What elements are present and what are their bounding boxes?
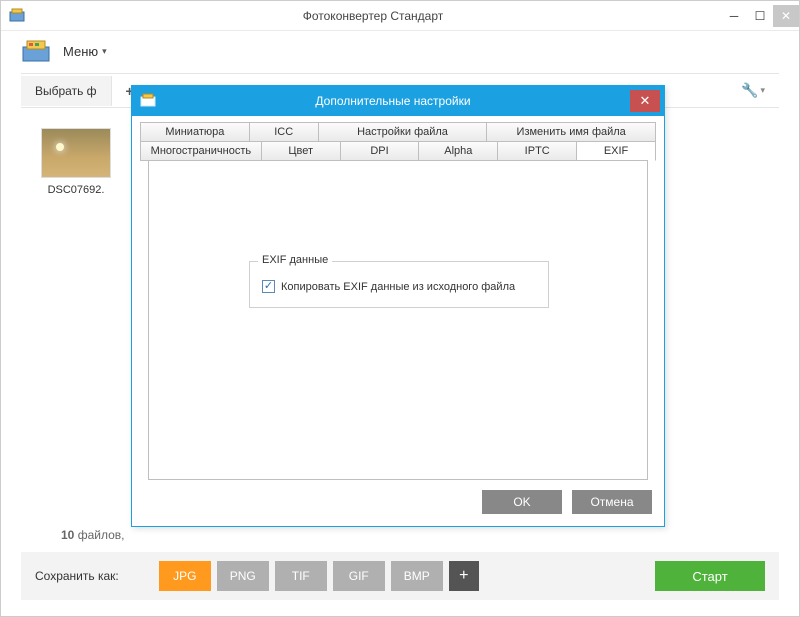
- app-logo-icon: [21, 39, 51, 63]
- close-button[interactable]: ✕: [773, 5, 799, 27]
- tab-thumbnail[interactable]: Миниатюра: [140, 122, 250, 142]
- bottom-bar: Сохранить как: JPG PNG TIF GIF BMP + Ста…: [21, 552, 779, 600]
- start-button[interactable]: Старт: [655, 561, 765, 591]
- exif-fieldset: EXIF данные ✓ Копировать EXIF данные из …: [249, 261, 549, 308]
- format-tif[interactable]: TIF: [275, 561, 327, 591]
- app-icon: [140, 93, 156, 109]
- tab-dpi[interactable]: DPI: [341, 141, 420, 161]
- save-as-label: Сохранить как:: [35, 569, 119, 583]
- fieldset-legend: EXIF данные: [258, 254, 332, 266]
- chevron-down-icon: ▾: [102, 46, 107, 57]
- tab-icc[interactable]: ICC: [250, 122, 319, 142]
- format-group: JPG PNG TIF GIF BMP +: [159, 561, 479, 591]
- checkbox-row[interactable]: ✓ Копировать EXIF данные из исходного фа…: [262, 280, 536, 293]
- thumbnail-item[interactable]: DSC07692.: [31, 128, 121, 196]
- tabstrip: Миниатюра ICC Настройки файла Изменить и…: [132, 116, 664, 480]
- chevron-down-icon: ▾: [760, 85, 765, 96]
- thumbnail-label: DSC07692.: [31, 184, 121, 196]
- app-icon: [9, 8, 25, 24]
- format-png[interactable]: PNG: [217, 561, 269, 591]
- tab-exif[interactable]: EXIF: [577, 141, 656, 161]
- cancel-button[interactable]: Отмена: [572, 490, 652, 514]
- format-add-button[interactable]: +: [449, 561, 479, 591]
- wrench-icon: 🔧: [741, 82, 758, 99]
- menu-button[interactable]: Меню ▾: [63, 44, 107, 59]
- dialog-titlebar: Дополнительные настройки ✕: [132, 86, 664, 116]
- copy-exif-checkbox[interactable]: ✓: [262, 280, 275, 293]
- file-count: 10: [61, 528, 74, 542]
- select-files-button[interactable]: Выбрать ф: [21, 76, 112, 106]
- titlebar: Фотоконвертер Стандарт ─ ☐ ✕: [1, 1, 799, 31]
- dialog-close-button[interactable]: ✕: [630, 90, 660, 112]
- settings-button[interactable]: 🔧 ▾: [727, 74, 779, 107]
- dialog-title: Дополнительные настройки: [156, 94, 630, 108]
- dialog-buttons: OK Отмена: [132, 490, 664, 526]
- settings-dialog: Дополнительные настройки ✕ Миниатюра ICC…: [131, 85, 665, 527]
- tab-alpha[interactable]: Alpha: [419, 141, 498, 161]
- window-title: Фотоконвертер Стандарт: [25, 9, 721, 23]
- window-controls: ─ ☐ ✕: [721, 5, 799, 27]
- checkbox-label: Копировать EXIF данные из исходного файл…: [281, 281, 515, 293]
- tab-color[interactable]: Цвет: [262, 141, 341, 161]
- maximize-button[interactable]: ☐: [747, 5, 773, 27]
- thumbnail-image: [41, 128, 111, 178]
- tab-file-settings[interactable]: Настройки файла: [319, 122, 488, 142]
- main-toolbar: Меню ▾: [1, 31, 799, 67]
- status-text: 10 файлов,: [61, 528, 124, 542]
- format-bmp[interactable]: BMP: [391, 561, 443, 591]
- minimize-button[interactable]: ─: [721, 5, 747, 27]
- format-jpg[interactable]: JPG: [159, 561, 211, 591]
- tab-body: EXIF данные ✓ Копировать EXIF данные из …: [148, 160, 648, 480]
- tab-rename[interactable]: Изменить имя файла: [487, 122, 656, 142]
- ok-button[interactable]: OK: [482, 490, 562, 514]
- tab-iptc[interactable]: IPTC: [498, 141, 577, 161]
- format-gif[interactable]: GIF: [333, 561, 385, 591]
- file-count-suffix: файлов,: [74, 528, 124, 542]
- tab-multipage[interactable]: Многостраничность: [140, 141, 262, 161]
- menu-label: Меню: [63, 44, 98, 59]
